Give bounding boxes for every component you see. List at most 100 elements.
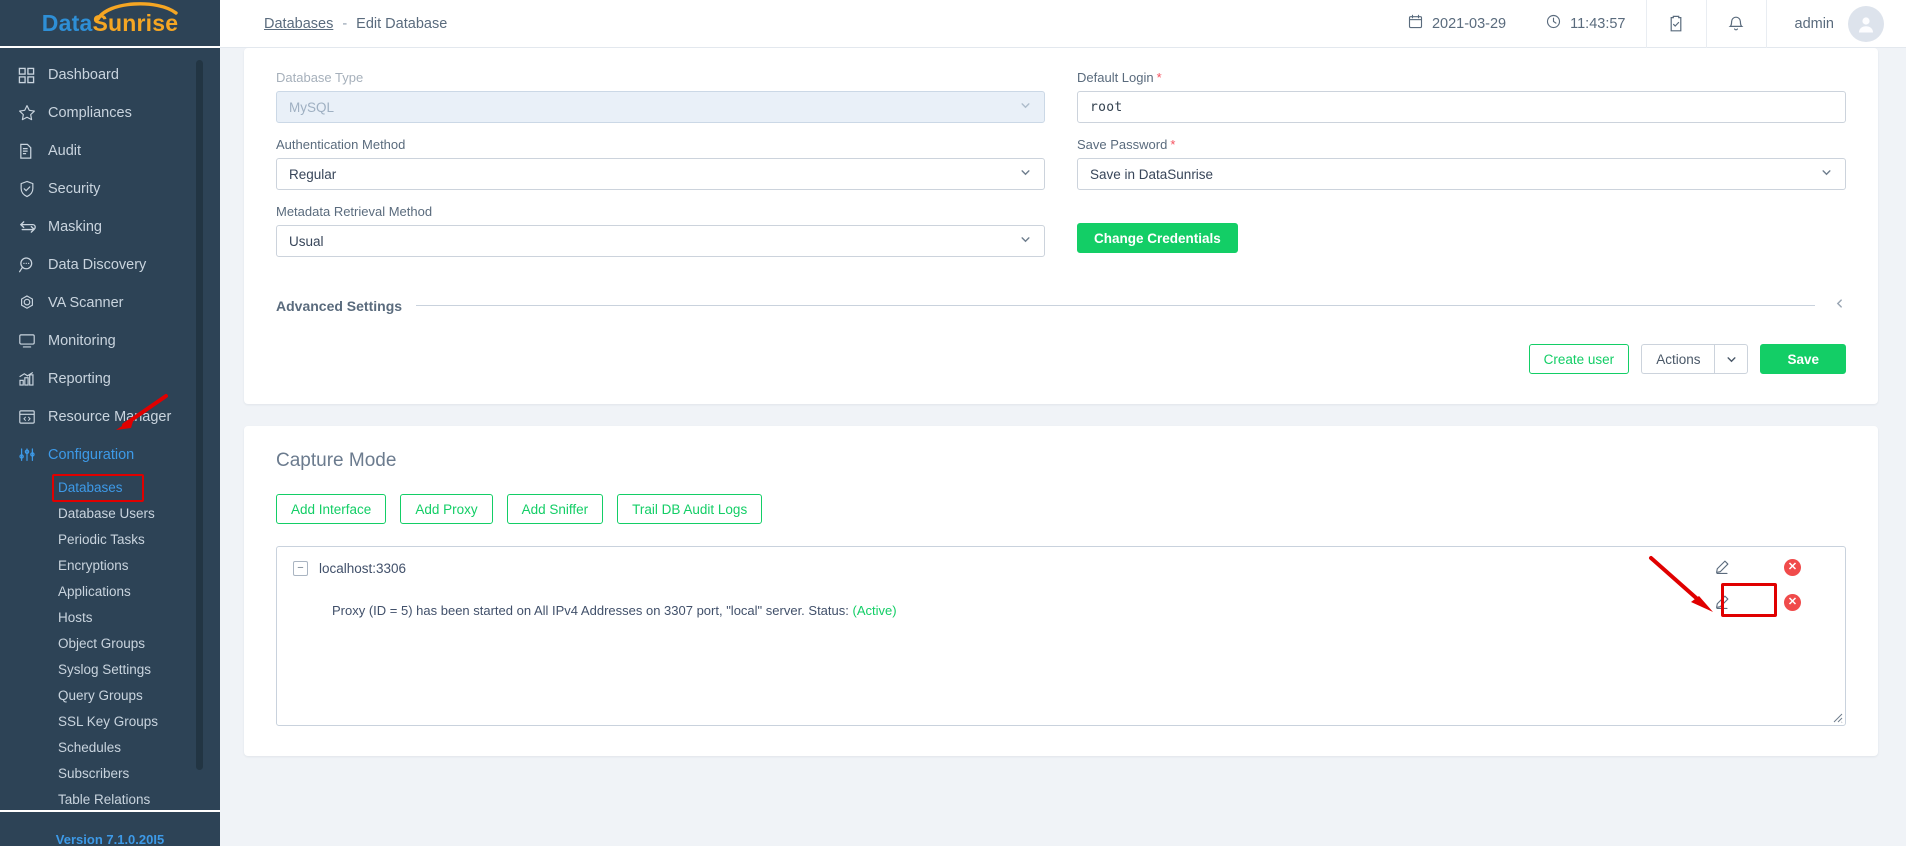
resize-handle[interactable] (1831, 711, 1843, 723)
chevron-left-icon[interactable] (1829, 297, 1846, 314)
sidebar-item-databases[interactable]: Databases (0, 474, 220, 500)
sidebar-item-label: Reporting (48, 371, 111, 387)
sidebar-subitem-label: Database Users (58, 506, 155, 521)
sidebar-subitem-label: Table Relations (58, 792, 150, 807)
save-button[interactable]: Save (1760, 344, 1846, 374)
sidebar-item-periodic-tasks[interactable]: Periodic Tasks (0, 526, 220, 552)
capture-mode-card: Capture Mode Add Interface Add Proxy Add… (244, 426, 1878, 756)
monitor-icon (18, 332, 48, 350)
bar-chart-icon (18, 370, 48, 388)
sidebar-item-hosts[interactable]: Hosts (0, 604, 220, 630)
status-badge: (Active) (853, 603, 897, 618)
change-credentials-button[interactable]: Change Credentials (1077, 223, 1238, 253)
save-password-select[interactable]: Save in DataSunrise (1077, 158, 1846, 190)
avatar[interactable] (1848, 6, 1884, 42)
field-default-login: Default Login* root (1077, 70, 1846, 123)
code-window-icon (18, 408, 48, 426)
sidebar-item-object-groups[interactable]: Object Groups (0, 630, 220, 656)
sidebar-item-monitoring[interactable]: Monitoring (0, 322, 220, 360)
sidebar-item-data-discovery[interactable]: Data Discovery (0, 246, 220, 284)
sidebar-subitem-label: Object Groups (58, 636, 145, 651)
breadcrumb: Databases - Edit Database (220, 16, 447, 32)
chevron-down-icon[interactable] (1714, 344, 1748, 374)
pencil-icon[interactable] (1704, 554, 1740, 580)
sidebar-item-table-relations[interactable]: Table Relations (0, 786, 220, 810)
sidebar-item-label: Dashboard (48, 67, 119, 83)
breadcrumb-current: Edit Database (356, 16, 447, 32)
sidebar-item-dashboard[interactable]: Dashboard (0, 56, 220, 94)
default-login-value: root (1090, 100, 1123, 115)
sidebar-item-schedules[interactable]: Schedules (0, 734, 220, 760)
date-display: 2021-03-29 (1388, 14, 1526, 33)
time-display: 11:43:57 (1526, 14, 1645, 33)
pencil-icon[interactable] (1704, 589, 1740, 615)
trail-db-audit-logs-button[interactable]: Trail DB Audit Logs (617, 494, 762, 524)
sidebar-item-subscribers[interactable]: Subscribers (0, 760, 220, 786)
sidebar-item-applications[interactable]: Applications (0, 578, 220, 604)
sidebar-item-resource-manager[interactable]: Resource Manager (0, 398, 220, 436)
field-save-password: Save Password* Save in DataSunrise (1077, 137, 1846, 190)
sidebar-subitem-label: Periodic Tasks (58, 532, 145, 547)
field-authentication-method: Authentication Method Regular (276, 137, 1045, 190)
sidebar-item-label: Configuration (48, 447, 134, 463)
advanced-settings-row: Advanced Settings (276, 297, 1846, 314)
target-icon (18, 294, 48, 312)
required-marker: * (1157, 70, 1162, 85)
collapse-toggle[interactable]: − (293, 561, 308, 576)
sidebar-subitem-label: Encryptions (58, 558, 129, 573)
document-icon (18, 143, 48, 160)
capture-node-row-actions: ✕ (1704, 589, 1801, 615)
sidebar-item-audit[interactable]: Audit (0, 132, 220, 170)
shield-check-icon (18, 180, 48, 198)
divider (416, 305, 1815, 306)
brand-logo[interactable]: DataSunrise (0, 0, 220, 48)
form-grid: Database Type MySQL Default Login* root (276, 70, 1846, 271)
sidebar-item-label: VA Scanner (48, 295, 124, 311)
sidebar-item-syslog-settings[interactable]: Syslog Settings (0, 656, 220, 682)
authentication-method-select[interactable]: Regular (276, 158, 1045, 190)
close-circle-icon[interactable]: ✕ (1784, 594, 1801, 611)
sidebar-item-database-users[interactable]: Database Users (0, 500, 220, 526)
sidebar-item-va-scanner[interactable]: VA Scanner (0, 284, 220, 322)
add-sniffer-button[interactable]: Add Sniffer (507, 494, 604, 524)
database-type-value: MySQL (289, 100, 334, 115)
sidebar-item-label: Compliances (48, 105, 132, 121)
default-login-input[interactable]: root (1077, 91, 1846, 123)
create-user-button[interactable]: Create user (1529, 344, 1630, 374)
sidebar-item-security[interactable]: Security (0, 170, 220, 208)
actions-button[interactable]: Actions (1641, 344, 1714, 374)
sidebar-item-compliances[interactable]: Compliances (0, 94, 220, 132)
chevron-down-icon (1019, 166, 1032, 182)
close-circle-icon[interactable]: ✕ (1784, 559, 1801, 576)
sidebar-nav: Dashboard Compliances Audit Se (0, 48, 220, 810)
sidebar-item-label: Resource Manager (48, 409, 171, 425)
field-change-credentials: Change Credentials (1077, 204, 1846, 257)
sidebar-scrollbar[interactable] (196, 60, 203, 770)
sidebar-subitem-label: Hosts (58, 610, 93, 625)
content-area: Database Type MySQL Default Login* root (220, 48, 1906, 846)
clipboard-check-icon[interactable] (1646, 0, 1706, 48)
sidebar-item-ssl-key-groups[interactable]: SSL Key Groups (0, 708, 220, 734)
capture-mode-title: Capture Mode (276, 450, 1846, 472)
chevron-down-icon (1820, 166, 1833, 182)
bell-icon[interactable] (1706, 0, 1766, 48)
sidebar: DataSunrise Dashboard Compliances (0, 0, 220, 846)
breadcrumb-link-databases[interactable]: Databases (264, 16, 333, 32)
add-interface-button[interactable]: Add Interface (276, 494, 386, 524)
sidebar-subitem-label: Query Groups (58, 688, 143, 703)
field-database-type: Database Type MySQL (276, 70, 1045, 123)
user-menu[interactable]: admin (1766, 0, 1906, 48)
calendar-icon (1408, 14, 1423, 33)
search-chat-icon (18, 256, 48, 274)
field-label: Default Login* (1077, 70, 1846, 85)
sidebar-item-masking[interactable]: Masking (0, 208, 220, 246)
sidebar-item-configuration[interactable]: Configuration (0, 436, 220, 474)
capture-node-header-actions: ✕ (1704, 554, 1801, 580)
sidebar-item-reporting[interactable]: Reporting (0, 360, 220, 398)
sidebar-item-encryptions[interactable]: Encryptions (0, 552, 220, 578)
add-proxy-button[interactable]: Add Proxy (400, 494, 492, 524)
field-label-text: Save Password (1077, 137, 1167, 152)
sidebar-item-query-groups[interactable]: Query Groups (0, 682, 220, 708)
capture-node-header: − localhost:3306 (293, 561, 1829, 576)
metadata-retrieval-method-select[interactable]: Usual (276, 225, 1045, 257)
